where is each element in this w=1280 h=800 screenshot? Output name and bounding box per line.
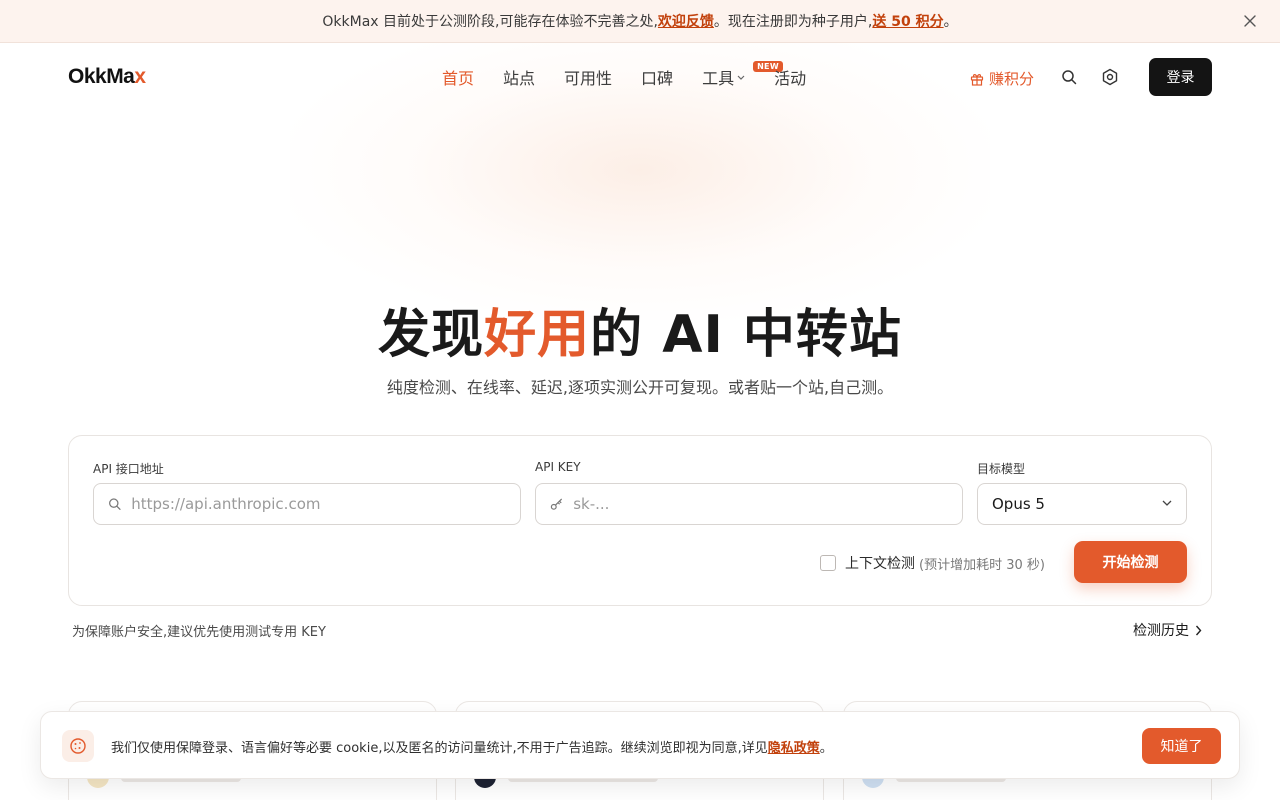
api-url-label: API 接口地址	[93, 462, 164, 476]
close-icon	[1244, 15, 1256, 27]
nav-item-availability[interactable]: 可用性	[564, 65, 612, 89]
close-announcement-button[interactable]	[1240, 11, 1260, 31]
nav-item-reputation[interactable]: 口碑	[641, 65, 673, 89]
api-url-input[interactable]	[131, 495, 520, 513]
announcement-text-before: OkkMax 目前处于公测阶段,可能存在体验不完善之处,	[322, 14, 658, 30]
cookie-banner: 我们仅使用保障登录、语言偏好等必要 cookie,以及匿名的访问量统计,不用于广…	[40, 711, 1240, 779]
cookie-message: 我们仅使用保障登录、语言偏好等必要 cookie,以及匿名的访问量统计,不用于广…	[111, 741, 768, 756]
nav-label: 活动	[774, 69, 807, 88]
feedback-link[interactable]: 欢迎反馈	[658, 14, 714, 30]
points-link[interactable]: 送 50 积分	[872, 14, 943, 30]
chevron-down-icon	[1162, 500, 1172, 506]
api-key-label: API KEY	[535, 460, 581, 474]
site-header: OkkMax 首页 站点 可用性 口碑 工具 NEW 活动 赚积分 登录	[0, 43, 1280, 111]
hero-subtitle: 纯度检测、在线率、延迟,逐项实测公开可复现。或者贴一个站,自己测。	[386, 378, 894, 397]
cookie-accept-button[interactable]: 知道了	[1142, 728, 1221, 764]
hero-title-highlight: 好用	[484, 305, 591, 365]
announcement-bar: OkkMax 目前处于公测阶段,可能存在体验不完善之处,欢迎反馈。现在注册即为种…	[0, 0, 1280, 43]
chevron-down-icon	[737, 75, 745, 80]
model-select-value: Opus 5	[992, 495, 1045, 513]
api-url-field[interactable]	[93, 483, 521, 525]
logo-text: OkkMa	[68, 65, 135, 88]
nav-label: 站点	[503, 69, 536, 88]
model-select[interactable]: Opus 5	[977, 483, 1187, 525]
gift-icon	[970, 73, 984, 86]
context-check-option: 上下文检测 (预计增加耗时 30 秒)	[820, 553, 1045, 573]
earn-points-label: 赚积分	[989, 70, 1035, 88]
check-form-card: API 接口地址 API KEY 目标模型 Opus 5 上下文检测 (预计增加…	[68, 435, 1212, 606]
nav-item-home[interactable]: 首页	[442, 65, 474, 89]
nav-label: 首页	[442, 69, 475, 88]
cookie-icon	[62, 730, 94, 762]
main-nav: 首页 站点 可用性 口碑 工具 NEW 活动	[442, 61, 835, 89]
nav-label: 口碑	[641, 69, 674, 88]
hero-title: 发现好用的 AI 中转站	[0, 292, 1280, 367]
api-key-field[interactable]	[535, 483, 963, 525]
settings-icon	[1102, 68, 1118, 86]
start-check-button[interactable]: 开始检测	[1074, 541, 1187, 583]
context-check-checkbox[interactable]	[820, 555, 836, 571]
earn-points-button[interactable]: 赚积分	[970, 68, 1034, 89]
model-label: 目标模型	[977, 462, 1026, 476]
check-history-link[interactable]: 检测历史	[1133, 620, 1202, 640]
api-key-input[interactable]	[573, 495, 962, 513]
hero-title-after: 的 AI 中转站	[590, 305, 902, 365]
login-button[interactable]: 登录	[1149, 58, 1212, 96]
search-button[interactable]	[1059, 67, 1079, 87]
nav-label: 可用性	[564, 69, 613, 88]
search-icon	[109, 498, 121, 510]
logo-accent: x	[134, 65, 146, 88]
context-check-label: 上下文检测	[845, 556, 915, 572]
privacy-policy-link[interactable]: 隐私政策	[768, 741, 820, 756]
search-icon	[1062, 70, 1077, 85]
announcement-text: OkkMax 目前处于公测阶段,可能存在体验不完善之处,欢迎反馈。现在注册即为种…	[322, 11, 957, 31]
check-history-label: 检测历史	[1133, 623, 1189, 639]
context-check-hint: (预计增加耗时 30 秒)	[919, 557, 1045, 573]
key-icon	[550, 498, 562, 510]
logo[interactable]: OkkMax	[68, 65, 146, 89]
nav-item-sites[interactable]: 站点	[503, 65, 535, 89]
nav-label: 工具	[702, 69, 735, 88]
announcement-text-after: 。	[943, 14, 958, 30]
cookie-text-end: 。	[819, 741, 833, 756]
announcement-text-middle: 。现在注册即为种子用户,	[713, 14, 873, 30]
nav-item-tools[interactable]: 工具 NEW	[702, 61, 783, 89]
nav-item-events[interactable]: 活动	[774, 65, 806, 89]
cookie-text: 我们仅使用保障登录、语言偏好等必要 cookie,以及匿名的访问量统计,不用于广…	[111, 737, 833, 756]
safety-note: 为保障账户安全,建议优先使用测试专用 KEY	[72, 625, 326, 640]
hero-title-before: 发现	[378, 305, 485, 365]
settings-button[interactable]	[1100, 67, 1120, 87]
chevron-right-icon	[1195, 625, 1202, 635]
